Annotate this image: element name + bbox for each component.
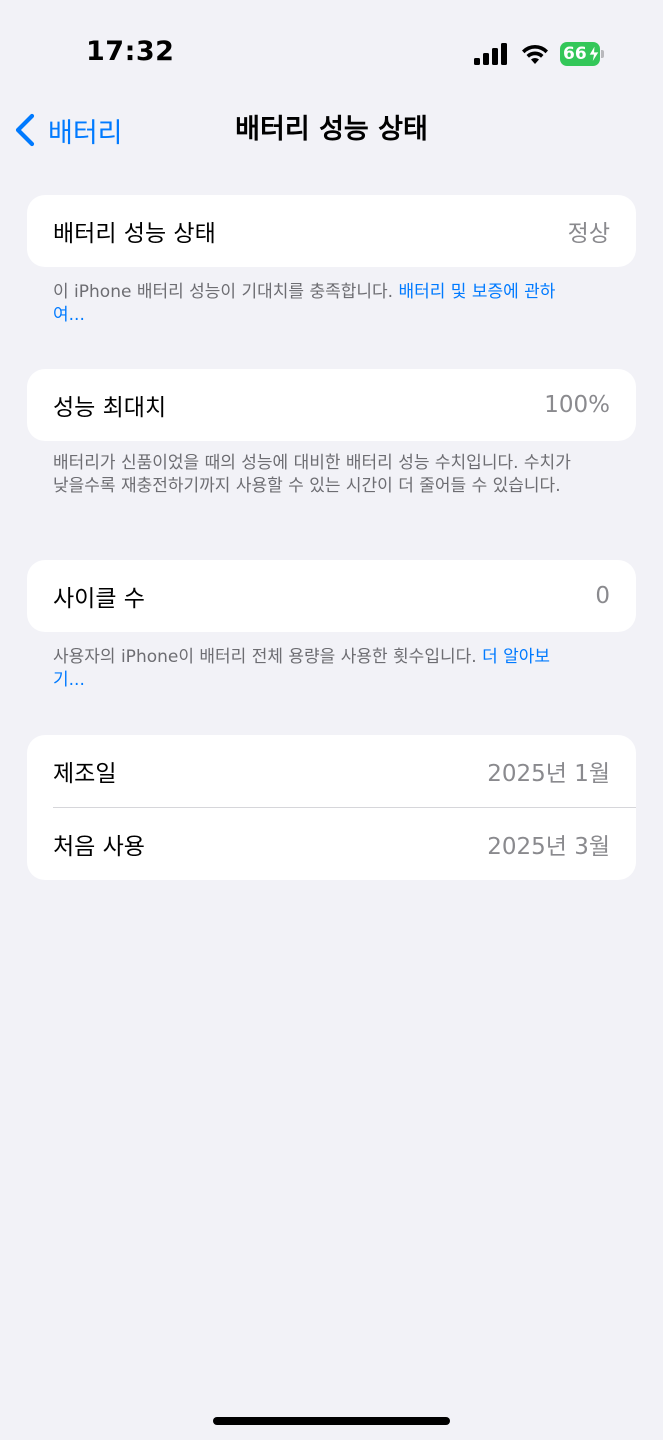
battery-health-group: 배터리 성능 상태 정상 xyxy=(27,195,636,267)
maximum-capacity-row: 성능 최대치 100% xyxy=(27,369,636,441)
battery-icon: 66 xyxy=(560,42,604,66)
battery-health-label: 배터리 성능 상태 xyxy=(53,221,216,247)
maximum-capacity-value: 100% xyxy=(544,392,610,418)
battery-health-footer-text: 이 iPhone 배터리 성능이 기대치를 충족합니다. xyxy=(53,282,399,302)
page-title: 배터리 성능 상태 xyxy=(235,114,428,145)
home-indicator[interactable] xyxy=(213,1417,450,1425)
cycle-count-row: 사이클 수 0 xyxy=(27,560,636,632)
status-time: 17:32 xyxy=(86,36,175,67)
cycle-count-group: 사이클 수 0 xyxy=(27,560,636,632)
battery-health-value: 정상 xyxy=(567,221,610,247)
cycle-count-footer-text: 사용자의 iPhone이 배터리 전체 용량을 사용한 횟수입니다. xyxy=(53,647,483,667)
cycle-count-label: 사이클 수 xyxy=(53,586,145,612)
manufacture-date-label: 제조일 xyxy=(53,761,117,787)
charging-bolt-icon xyxy=(588,45,600,63)
first-use-value: 2025년 3월 xyxy=(487,834,610,860)
maximum-capacity-footer: 배터리가 신품이었을 때의 성능에 대비한 배터리 성능 수치입니다. 수치가 … xyxy=(53,453,571,496)
status-bar: 17:32 66 xyxy=(0,0,663,100)
maximum-capacity-label: 성능 최대치 xyxy=(53,395,167,421)
manufacture-date-row: 제조일 2025년 1월 xyxy=(27,735,636,807)
navigation-bar: 배터리 배터리 성능 상태 xyxy=(0,100,663,160)
battery-cap xyxy=(601,50,604,58)
first-use-row: 처음 사용 2025년 3월 xyxy=(27,808,636,880)
battery-health-footer: 이 iPhone 배터리 성능이 기대치를 충족합니다. 배터리 및 보증에 관… xyxy=(53,281,573,327)
wifi-icon xyxy=(522,44,548,64)
cellular-signal-icon xyxy=(474,43,507,65)
first-use-label: 처음 사용 xyxy=(53,834,145,860)
cycle-count-value: 0 xyxy=(595,583,610,609)
manufacture-date-value: 2025년 1월 xyxy=(487,761,610,787)
battery-health-row: 배터리 성능 상태 정상 xyxy=(27,195,636,267)
cycle-count-footer: 사용자의 iPhone이 배터리 전체 용량을 사용한 횟수입니다. 더 알아보… xyxy=(53,646,573,692)
dates-group: 제조일 2025년 1월 처음 사용 2025년 3월 xyxy=(27,735,636,880)
maximum-capacity-group: 성능 최대치 100% xyxy=(27,369,636,441)
